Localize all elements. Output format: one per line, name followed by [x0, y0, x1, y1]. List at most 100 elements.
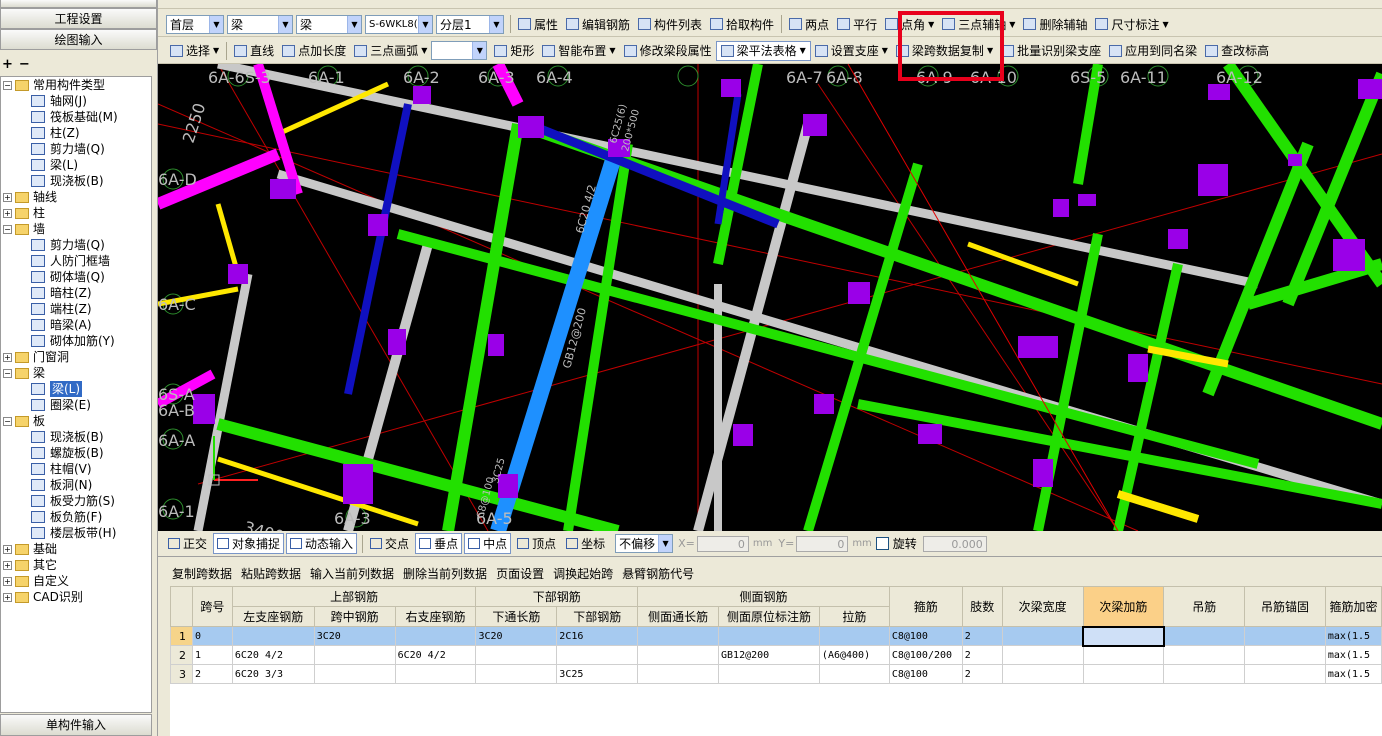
copy-span-button[interactable]: 梁跨数据复制 ▼ [892, 41, 997, 61]
col-header-side-original[interactable]: 侧面原位标注筋 [718, 606, 820, 627]
tree-item[interactable]: 现浇板(B) [1, 429, 151, 445]
table-cell[interactable] [394, 664, 477, 684]
table-cell[interactable] [475, 664, 558, 684]
col-header-stirrup-dense[interactable]: 箍筋加密 [1324, 586, 1382, 627]
expand-icon[interactable]: + [3, 544, 12, 554]
col-header-bottom-bar[interactable]: 下部钢筋 [556, 606, 639, 627]
tree-item[interactable]: 楼层板带(H) [1, 525, 151, 541]
col-header-bottom-through[interactable]: 下通长筋 [475, 606, 558, 627]
table-cell[interactable]: 6C20 4/2 [394, 645, 477, 665]
draw-input-button[interactable]: 绘图输入 [0, 29, 157, 50]
table-cell[interactable]: 3C20 [313, 626, 396, 646]
table-cell[interactable] [231, 626, 315, 646]
tree-item[interactable]: 现浇板(B) [1, 173, 151, 189]
table-cell[interactable] [1082, 625, 1165, 647]
offset-select[interactable]: 不偏移 ▼ [615, 534, 674, 553]
tree-item[interactable]: 人防门框墙 [1, 253, 151, 269]
tree-item[interactable]: 圈梁(E) [1, 397, 151, 413]
table-cell[interactable] [1163, 664, 1246, 684]
properties-button[interactable]: 属性 [514, 14, 562, 34]
tree-item[interactable]: 砌体加筋(Y) [1, 333, 151, 349]
select-button[interactable]: 选择 ▼ [166, 41, 223, 61]
expand-icon[interactable]: + [3, 560, 12, 570]
single-input-button[interactable]: 单构件输入 [0, 714, 152, 736]
tree-item[interactable]: 螺旋板(B) [1, 445, 151, 461]
col-header-hanger-anchor[interactable]: 吊筋锚固 [1244, 586, 1326, 627]
grid-tool-button[interactable]: 输入当前列数据 [310, 565, 394, 582]
expand-icon[interactable]: + [3, 576, 12, 586]
table-cell[interactable] [1001, 645, 1084, 665]
table-cell[interactable] [637, 664, 720, 684]
table-cell[interactable]: C8@100 [888, 626, 963, 646]
collapse-icon[interactable]: − [3, 416, 12, 426]
table-cell[interactable] [556, 645, 639, 665]
edit-rebar-button[interactable]: 编辑钢筋 [562, 14, 634, 34]
expand-all-icon[interactable]: + [2, 57, 13, 72]
tree-item[interactable]: 轴网(J) [1, 93, 151, 109]
table-cell[interactable] [313, 645, 396, 665]
table-cell[interactable] [818, 664, 890, 684]
col-header-left-support[interactable]: 左支座钢筋 [231, 606, 315, 627]
table-cell[interactable]: 3C25 [556, 664, 639, 684]
table-cell[interactable]: C8@100/200 [888, 645, 963, 665]
table-cell[interactable]: max(1.5 [1324, 626, 1382, 646]
line-button[interactable]: 直线 [230, 41, 278, 61]
dropdown-arrow-icon[interactable]: ▼ [1162, 20, 1168, 29]
table-cell[interactable] [1163, 645, 1246, 665]
floor-select[interactable]: 首层 ▼ [166, 14, 224, 34]
row-number[interactable]: 1 [170, 626, 193, 646]
tree-item[interactable]: 端柱(Z) [1, 301, 151, 317]
col-header-right-support[interactable]: 右支座钢筋 [394, 606, 477, 627]
table-cell[interactable] [313, 664, 396, 684]
table-cell[interactable]: max(1.5 [1324, 664, 1382, 684]
beam-table-button[interactable]: 梁平法表格 ▼ [715, 40, 811, 61]
tree-folder[interactable]: + 轴线 [1, 189, 151, 205]
tree-folder[interactable]: + 门窗洞 [1, 349, 151, 365]
tree-folder[interactable]: − 常用构件类型 [1, 77, 151, 93]
col-header-hanger[interactable]: 吊筋 [1163, 586, 1246, 627]
modify-span-button[interactable]: 修改梁段属性 [620, 41, 716, 61]
tree-item[interactable]: 剪力墙(Q) [1, 141, 151, 157]
col-header-tie[interactable]: 拉筋 [818, 606, 890, 627]
tree-folder[interactable]: + CAD识别 [1, 589, 151, 605]
collapse-icon[interactable]: − [3, 368, 12, 378]
tree-item[interactable]: 梁(L) [1, 381, 151, 397]
dropdown-arrow-icon[interactable]: ▼ [987, 46, 993, 55]
tree-folder[interactable]: + 自定义 [1, 573, 151, 589]
object-snap-toggle[interactable]: 对象捕捉 [213, 533, 285, 554]
tree-item[interactable]: 板负筋(F) [1, 509, 151, 525]
tree-folder[interactable]: − 板 [1, 413, 151, 429]
smart-layout-button[interactable]: 智能布置 ▼ [538, 41, 619, 61]
expand-icon[interactable]: + [3, 352, 12, 362]
drawing-canvas[interactable]: 6A-6S-3 6A-1 6A-2 6A-3 6A-4 6A-7 6A-8 6A… [158, 64, 1382, 531]
expand-icon[interactable]: + [3, 592, 12, 602]
table-row[interactable]: 3 2 6C20 3/3 3C25 C8@100 2 max(1.5 [170, 664, 1382, 684]
tree-item[interactable]: 板受力筋(S) [1, 493, 151, 509]
table-cell[interactable]: 2 [961, 626, 1003, 646]
collapse-all-icon[interactable]: − [19, 57, 30, 72]
three-point-arc-button[interactable]: 三点画弧 ▼ [350, 41, 431, 61]
project-settings-button[interactable]: 工程设置 [0, 8, 157, 29]
dropdown-arrow-icon[interactable]: ▼ [609, 46, 615, 55]
table-cell[interactable]: 6C20 3/3 [231, 664, 315, 684]
point-angle-button[interactable]: 点角 ▼ [881, 14, 938, 34]
tree-item[interactable]: 砌体墙(Q) [1, 269, 151, 285]
member-select[interactable]: S-6WKL8(▼ [365, 14, 433, 34]
table-cell[interactable] [1001, 626, 1084, 646]
dropdown-arrow-icon[interactable]: ▼ [928, 20, 934, 29]
row-number[interactable]: 2 [170, 645, 193, 665]
table-cell[interactable] [1082, 664, 1165, 684]
x-input[interactable]: 0 [696, 535, 749, 552]
col-header-side-through[interactable]: 侧面通长筋 [637, 606, 720, 627]
expand-icon[interactable]: + [3, 208, 12, 218]
tree-folder[interactable]: + 柱 [1, 205, 151, 221]
table-cell[interactable] [1001, 664, 1084, 684]
tree-item[interactable]: 暗梁(A) [1, 317, 151, 333]
type-select[interactable]: 梁 ▼ [296, 14, 362, 34]
tree-item[interactable]: 剪力墙(Q) [1, 237, 151, 253]
dimension-button[interactable]: 尺寸标注 ▼ [1091, 14, 1172, 34]
tree-item[interactable]: 柱帽(V) [1, 461, 151, 477]
table-cell[interactable]: 1 [191, 645, 233, 665]
col-header-stirrup[interactable]: 箍筋 [888, 586, 963, 627]
midpoint-snap[interactable]: 中点 [464, 533, 512, 554]
